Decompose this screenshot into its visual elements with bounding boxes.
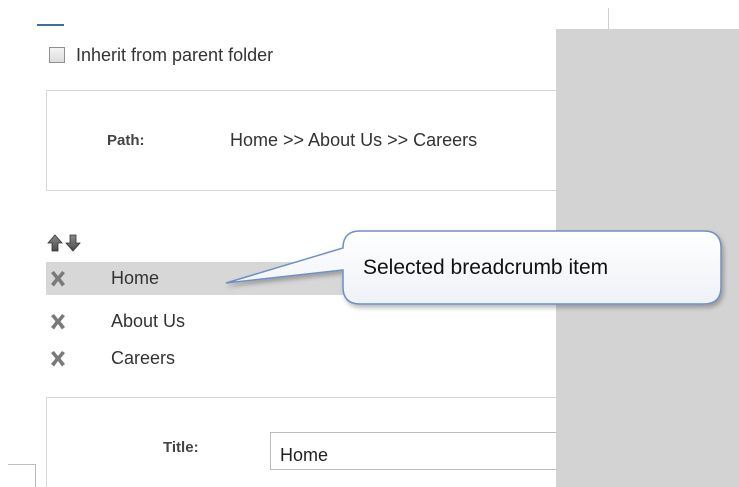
corner-mark — [8, 464, 35, 465]
inherit-option[interactable]: Inherit from parent folder — [49, 43, 273, 67]
breadcrumb-item-label: Careers — [111, 348, 176, 368]
arrow-down-icon[interactable] — [65, 234, 81, 252]
breadcrumb-item-careers[interactable]: Careers — [46, 342, 606, 375]
path-value: Home >> About Us >> Careers — [230, 130, 478, 150]
inherit-label: Inherit from parent folder — [76, 44, 274, 65]
remove-x-icon[interactable] — [48, 312, 68, 332]
tab-indicator — [37, 24, 64, 26]
title-label: Title: — [163, 439, 199, 456]
arrow-up-icon[interactable] — [47, 234, 63, 252]
remove-x-icon[interactable] — [48, 269, 68, 289]
callout-text: Selected breadcrumb item — [363, 256, 609, 279]
breadcrumb-item-label: Home — [111, 268, 160, 288]
breadcrumb-item-about-us[interactable]: About Us — [46, 305, 606, 338]
path-label: Path: — [107, 132, 145, 149]
remove-x-icon[interactable] — [48, 349, 68, 369]
corner-mark — [35, 464, 36, 487]
inherit-checkbox[interactable] — [49, 47, 65, 63]
breadcrumb-item-label: About Us — [111, 311, 186, 331]
title-input[interactable] — [270, 432, 570, 470]
